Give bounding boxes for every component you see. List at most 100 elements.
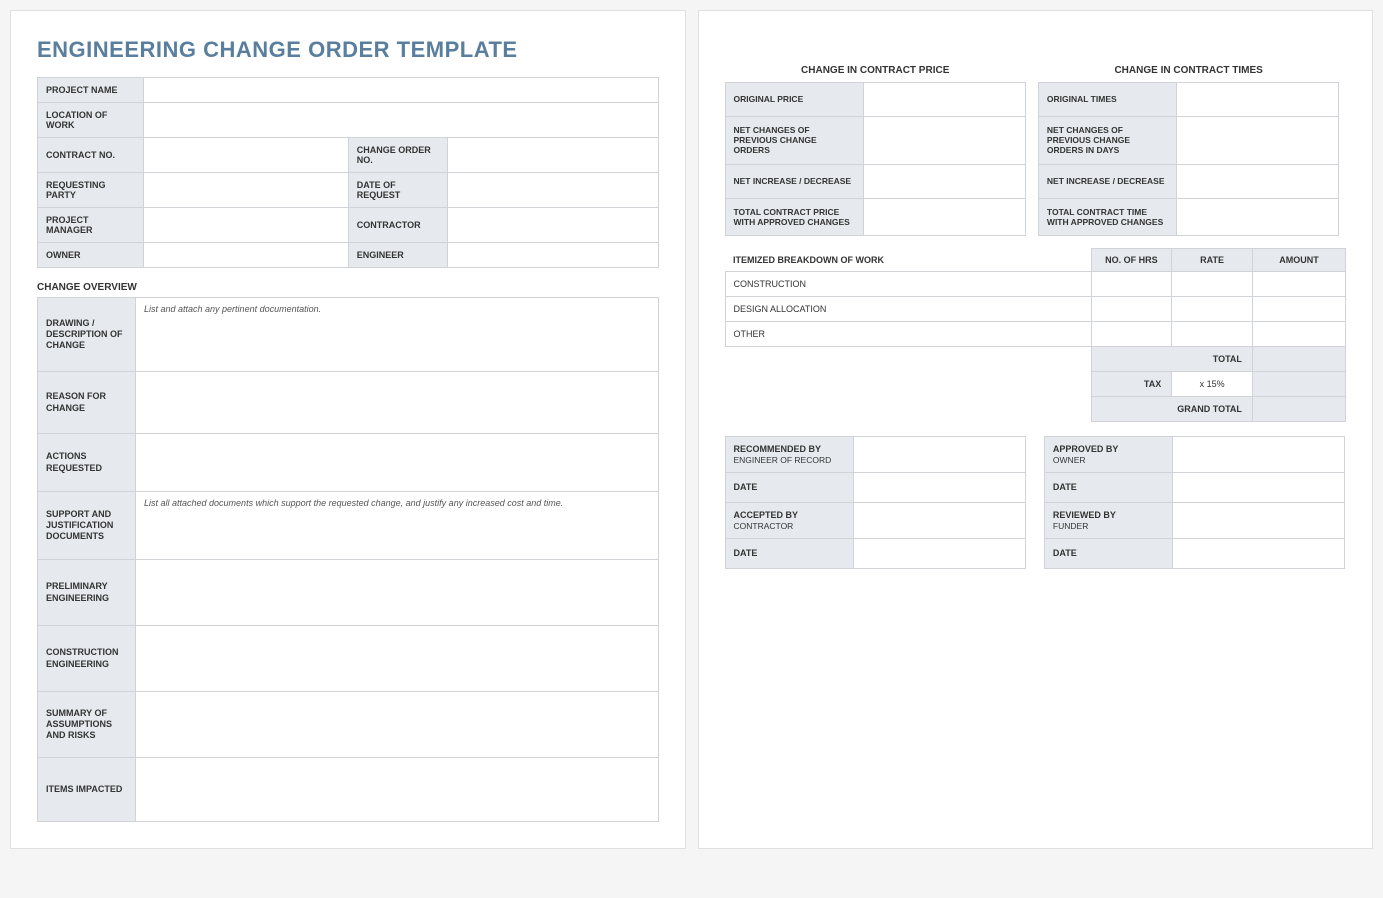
tax-value (1252, 371, 1345, 396)
contract-price-table: ORIGINAL PRICE NET CHANGES OF PREVIOUS C… (725, 82, 1026, 236)
approved-date-field[interactable] (1172, 472, 1344, 502)
location-label: LOCATION OF WORK (38, 103, 144, 138)
reason-field[interactable] (136, 372, 659, 434)
item-amount-field[interactable] (1252, 296, 1345, 321)
itemized-row: OTHER (725, 321, 1346, 346)
project-manager-label: PROJECT MANAGER (38, 208, 144, 243)
contract-no-field[interactable] (144, 138, 349, 173)
summary-field[interactable] (136, 692, 659, 758)
page-right: CHANGE IN CONTRACT PRICE ORIGINAL PRICE … (698, 10, 1374, 849)
rate-header: RATE (1172, 248, 1253, 271)
tax-label: TAX (1091, 371, 1172, 396)
actions-field[interactable] (136, 434, 659, 492)
net-prev-times-field[interactable] (1176, 117, 1338, 165)
original-times-label: ORIGINAL TIMES (1038, 83, 1176, 117)
reviewed-by-label: REVIEWED BYFUNDER (1044, 502, 1172, 538)
prelim-label: PRELIMINARY ENGINEERING (38, 560, 136, 626)
document-title: ENGINEERING CHANGE ORDER TEMPLATE (37, 37, 659, 63)
signature-left-table: RECOMMENDED BYENGINEER OF RECORD DATE AC… (725, 436, 1026, 569)
support-label: SUPPORT AND JUSTIFICATION DOCUMENTS (38, 492, 136, 560)
construction-eng-field[interactable] (136, 626, 659, 692)
engineer-field[interactable] (447, 243, 658, 268)
hrs-header: NO. OF HRS (1091, 248, 1172, 271)
approved-by-label: APPROVED BYOWNER (1044, 436, 1172, 472)
item-desc: CONSTRUCTION (725, 271, 1091, 296)
approved-by-field[interactable] (1172, 436, 1344, 472)
contractor-label: CONTRACTOR (348, 208, 447, 243)
net-inc-times-label: NET INCREASE / DECREASE (1038, 164, 1176, 198)
document-container: ENGINEERING CHANGE ORDER TEMPLATE PROJEC… (10, 10, 1373, 849)
total-times-field[interactable] (1176, 198, 1338, 235)
grand-total-value (1252, 396, 1345, 421)
grand-total-label: GRAND TOTAL (1091, 396, 1252, 421)
reviewed-date-label: DATE (1044, 538, 1172, 568)
accepted-by-label: ACCEPTED BYCONTRACTOR (725, 502, 853, 538)
location-field[interactable] (144, 103, 659, 138)
drawing-field[interactable]: List and attach any pertinent documentat… (136, 298, 659, 372)
project-name-field[interactable] (144, 78, 659, 103)
original-price-label: ORIGINAL PRICE (725, 83, 863, 117)
actions-label: ACTIONS REQUESTED (38, 434, 136, 492)
contract-times-table: ORIGINAL TIMES NET CHANGES OF PREVIOUS C… (1038, 82, 1339, 236)
drawing-label: DRAWING / DESCRIPTION OF CHANGE (38, 298, 136, 372)
prelim-field[interactable] (136, 560, 659, 626)
item-desc: DESIGN ALLOCATION (725, 296, 1091, 321)
tax-rate: x 15% (1172, 371, 1253, 396)
engineer-label: ENGINEER (348, 243, 447, 268)
items-impacted-label: ITEMS IMPACTED (38, 758, 136, 822)
item-amount-field[interactable] (1252, 271, 1345, 296)
support-field[interactable]: List all attached documents which suppor… (136, 492, 659, 560)
date-of-request-field[interactable] (447, 173, 658, 208)
reviewed-date-field[interactable] (1172, 538, 1344, 568)
net-inc-price-field[interactable] (863, 164, 1025, 198)
net-prev-times-label: NET CHANGES OF PREVIOUS CHANGE ORDERS IN… (1038, 117, 1176, 165)
date-of-request-label: DATE OF REQUEST (348, 173, 447, 208)
amount-header: AMOUNT (1252, 248, 1345, 271)
page-left: ENGINEERING CHANGE ORDER TEMPLATE PROJEC… (10, 10, 686, 849)
contractor-field[interactable] (447, 208, 658, 243)
accepted-date-field[interactable] (853, 538, 1025, 568)
item-rate-field[interactable] (1172, 296, 1253, 321)
total-value (1252, 346, 1345, 371)
owner-field[interactable] (144, 243, 349, 268)
original-times-field[interactable] (1176, 83, 1338, 117)
net-prev-price-field[interactable] (863, 117, 1025, 165)
requesting-party-label: REQUESTING PARTY (38, 173, 144, 208)
contract-change-section: CHANGE IN CONTRACT PRICE ORIGINAL PRICE … (725, 59, 1347, 236)
total-row: TOTAL (725, 346, 1346, 371)
project-manager-field[interactable] (144, 208, 349, 243)
item-hrs-field[interactable] (1091, 321, 1172, 346)
change-overview-heading: CHANGE OVERVIEW (37, 268, 659, 297)
item-desc: OTHER (725, 321, 1091, 346)
total-price-field[interactable] (863, 198, 1025, 235)
owner-label: OWNER (38, 243, 144, 268)
net-inc-times-field[interactable] (1176, 164, 1338, 198)
total-price-label: TOTAL CONTRACT PRICE WITH APPROVED CHANG… (725, 198, 863, 235)
recommended-by-field[interactable] (853, 436, 1025, 472)
items-impacted-field[interactable] (136, 758, 659, 822)
recommended-date-label: DATE (725, 472, 853, 502)
requesting-party-field[interactable] (144, 173, 349, 208)
item-hrs-field[interactable] (1091, 296, 1172, 321)
total-label: TOTAL (1091, 346, 1252, 371)
change-order-no-label: CHANGE ORDER NO. (348, 138, 447, 173)
contract-no-label: CONTRACT NO. (38, 138, 144, 173)
signature-section: RECOMMENDED BYENGINEER OF RECORD DATE AC… (725, 436, 1347, 569)
change-order-no-field[interactable] (447, 138, 658, 173)
item-amount-field[interactable] (1252, 321, 1345, 346)
summary-label: SUMMARY OF ASSUMPTIONS AND RISKS (38, 692, 136, 758)
grand-total-row: GRAND TOTAL (725, 396, 1346, 421)
item-hrs-field[interactable] (1091, 271, 1172, 296)
recommended-date-field[interactable] (853, 472, 1025, 502)
accepted-by-field[interactable] (853, 502, 1025, 538)
project-name-label: PROJECT NAME (38, 78, 144, 103)
item-rate-field[interactable] (1172, 321, 1253, 346)
itemized-heading: ITEMIZED BREAKDOWN OF WORK (725, 248, 1091, 271)
project-info-table: PROJECT NAME LOCATION OF WORK CONTRACT N… (37, 77, 659, 268)
item-rate-field[interactable] (1172, 271, 1253, 296)
recommended-by-label: RECOMMENDED BYENGINEER OF RECORD (725, 436, 853, 472)
reviewed-by-field[interactable] (1172, 502, 1344, 538)
contract-price-column: CHANGE IN CONTRACT PRICE ORIGINAL PRICE … (725, 59, 1026, 236)
signature-right-table: APPROVED BYOWNER DATE REVIEWED BYFUNDER … (1044, 436, 1345, 569)
original-price-field[interactable] (863, 83, 1025, 117)
